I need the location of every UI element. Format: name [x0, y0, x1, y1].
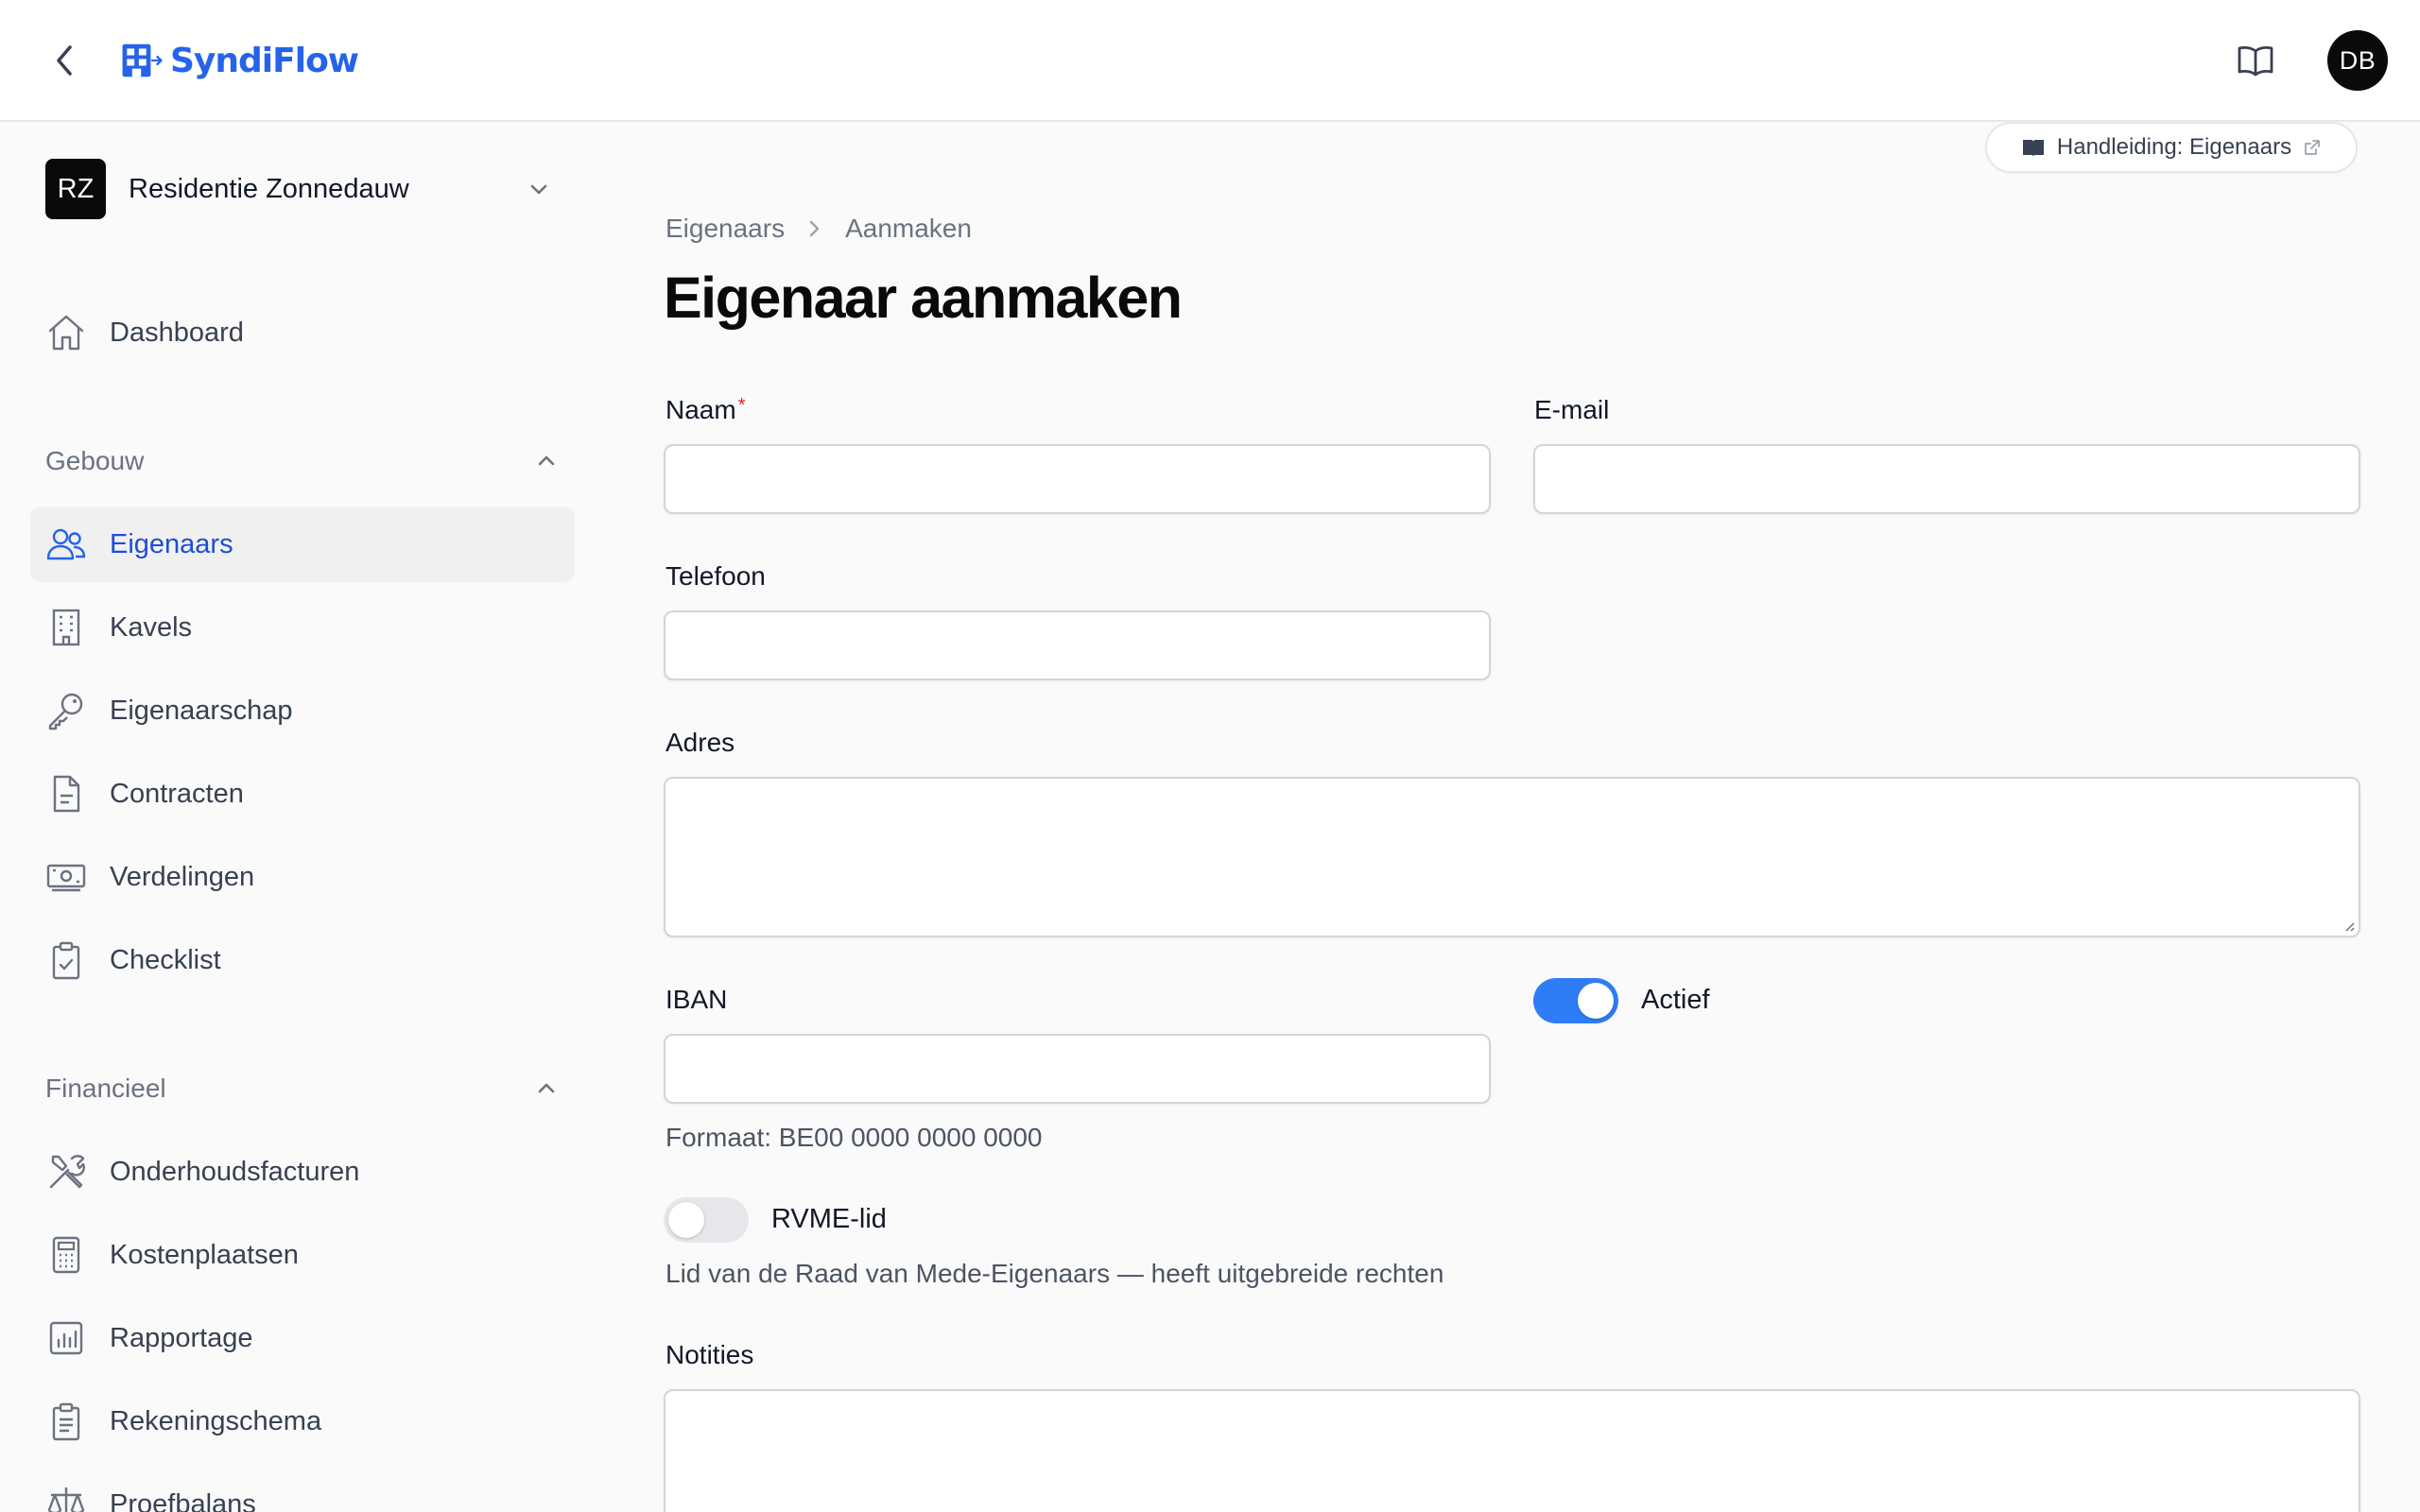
- breadcrumb-current: Aanmaken: [845, 214, 972, 243]
- sidebar-item-label: Contracten: [110, 778, 244, 809]
- sidebar: RZ Residentie Zonnedauw Dashboard Gebouw…: [0, 123, 605, 1512]
- breadcrumb: Eigenaars Aanmaken: [666, 214, 972, 244]
- email-input[interactable]: [1533, 444, 2360, 514]
- clipboard-list-icon: [52, 1402, 80, 1441]
- calculator-icon: [52, 1236, 80, 1274]
- top-bar: SyndiFlow DB: [0, 0, 2420, 122]
- external-link-icon: [2305, 140, 2320, 155]
- home-icon: [48, 315, 84, 351]
- chevron-left-icon: [57, 45, 72, 76]
- sidebar-item-label: Checklist: [110, 944, 221, 975]
- sidebar-item-label: Kostenplaatsen: [110, 1239, 299, 1270]
- naam-input[interactable]: [664, 444, 1491, 514]
- chevron-up-icon: [538, 455, 555, 466]
- toggle-knob: [1578, 983, 1614, 1019]
- chevron-down-icon: [530, 184, 547, 195]
- toggle-knob: [668, 1202, 704, 1238]
- section-label: Financieel: [45, 1074, 166, 1103]
- notities-textarea[interactable]: [664, 1389, 2360, 1512]
- iban-input[interactable]: [664, 1034, 1491, 1104]
- logo-building-icon: [122, 43, 163, 77]
- sidebar-item-verdelingen[interactable]: Verdelingen: [30, 839, 575, 915]
- sidebar-item-rekeningschema[interactable]: Rekeningschema: [30, 1383, 575, 1459]
- tools-icon: [49, 1155, 85, 1189]
- banknote-icon: [46, 864, 86, 892]
- sidebar-item-kostenplaatsen[interactable]: Kostenplaatsen: [30, 1217, 575, 1293]
- org-name: Residentie Zonnedauw: [129, 173, 409, 204]
- sidebar-item-rapportage[interactable]: Rapportage: [30, 1300, 575, 1376]
- telefoon-label: Telefoon: [666, 561, 766, 591]
- organization-switcher[interactable]: RZ Residentie Zonnedauw: [45, 159, 560, 219]
- documentation-button[interactable]: [2233, 42, 2278, 79]
- email-label: E-mail: [1534, 395, 1610, 424]
- book-open-icon: [2238, 46, 2273, 77]
- sidebar-item-label: Verdelingen: [110, 861, 255, 892]
- adres-label: Adres: [666, 728, 735, 757]
- sidebar-item-dashboard[interactable]: Dashboard: [30, 295, 575, 370]
- chevron-up-icon: [538, 1083, 555, 1093]
- resize-grip-icon[interactable]: [2342, 919, 2355, 932]
- naam-label: Naam *: [666, 395, 746, 424]
- telefoon-input[interactable]: [664, 610, 1491, 680]
- sidebar-item-label: Kavels: [110, 611, 193, 643]
- iban-label: IBAN: [666, 985, 728, 1014]
- notities-label: Notities: [666, 1340, 754, 1369]
- key-icon: [48, 693, 83, 730]
- chart-icon: [49, 1321, 83, 1355]
- document-icon: [53, 775, 80, 813]
- sidebar-item-checklist[interactable]: Checklist: [30, 922, 575, 998]
- rvme-toggle[interactable]: [664, 1197, 749, 1243]
- sidebar-item-proefbalans[interactable]: Proefbalans: [30, 1467, 575, 1512]
- sidebar-item-kavels[interactable]: Kavels: [30, 590, 575, 665]
- sidebar-item-label: Rapportage: [110, 1322, 253, 1353]
- org-badge: RZ: [45, 159, 106, 219]
- sidebar-item-label: Dashboard: [110, 317, 244, 348]
- users-icon: [46, 528, 86, 560]
- app-logo[interactable]: SyndiFlow: [121, 38, 359, 83]
- user-avatar[interactable]: DB: [2327, 30, 2388, 91]
- actief-label: Actief: [1641, 985, 1710, 1015]
- iban-helper-text: Formaat: BE00 0000 0000 0000: [666, 1123, 1043, 1152]
- guide-label: Handleiding: Eigenaars: [2056, 134, 2292, 160]
- chevron-right-icon: [809, 220, 820, 237]
- section-financieel-toggle[interactable]: Financieel: [45, 1066, 560, 1111]
- section-label: Gebouw: [45, 446, 145, 475]
- clipboard-check-icon: [52, 941, 80, 980]
- sidebar-item-contracten[interactable]: Contracten: [30, 756, 575, 832]
- adres-textarea[interactable]: [664, 777, 2360, 937]
- section-gebouw-toggle[interactable]: Gebouw: [45, 438, 560, 484]
- page-title: Eigenaar aanmaken: [664, 266, 1183, 330]
- sidebar-item-label: Rekeningschema: [110, 1405, 322, 1436]
- rvme-label: RVME-lid: [771, 1204, 887, 1234]
- rvme-helper-text: Lid van de Raad van Mede-Eigenaars — hee…: [666, 1259, 1444, 1288]
- building-icon: [52, 609, 80, 646]
- actief-toggle[interactable]: [1533, 978, 1618, 1023]
- sidebar-item-eigenaarschap[interactable]: Eigenaarschap: [30, 673, 575, 748]
- app-name: SyndiFlow: [170, 41, 359, 80]
- breadcrumb-parent-link[interactable]: Eigenaars: [666, 214, 785, 244]
- sidebar-item-label: Eigenaarschap: [110, 695, 293, 726]
- sidebar-item-label: Proefbalans: [110, 1488, 256, 1512]
- required-marker: *: [737, 395, 746, 416]
- book-icon: [2022, 140, 2044, 156]
- sidebar-item-label: Eigenaars: [110, 528, 233, 559]
- sidebar-item-onderhoudsfacturen[interactable]: Onderhoudsfacturen: [30, 1134, 575, 1210]
- scale-icon: [47, 1487, 85, 1512]
- guide-link-button[interactable]: Handleiding: Eigenaars: [1985, 122, 2358, 173]
- back-button[interactable]: [45, 38, 83, 83]
- sidebar-item-label: Onderhoudsfacturen: [110, 1156, 360, 1187]
- sidebar-item-eigenaars[interactable]: Eigenaars: [30, 507, 575, 582]
